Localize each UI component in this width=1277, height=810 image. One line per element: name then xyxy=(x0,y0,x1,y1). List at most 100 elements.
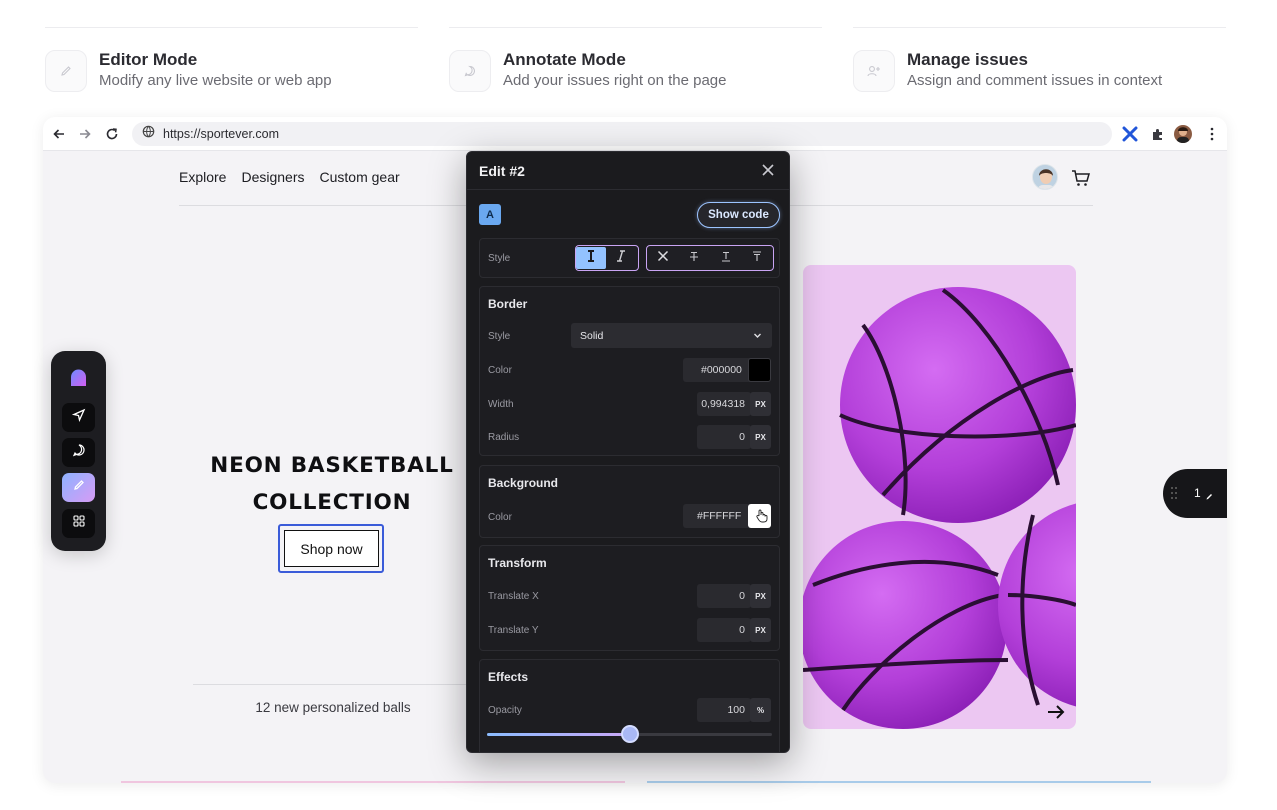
opacity-slider-fill xyxy=(487,733,630,736)
style-label: Style xyxy=(488,253,511,264)
hand-cursor-icon xyxy=(756,509,768,528)
translate-x-label: Translate X xyxy=(488,591,539,602)
site-info-icon[interactable] xyxy=(142,125,155,143)
next-arrow-icon[interactable] xyxy=(1045,703,1067,721)
decoration-none-toggle[interactable] xyxy=(649,247,677,269)
chevron-down-icon xyxy=(753,331,762,343)
select-tool-button[interactable] xyxy=(62,403,95,432)
italic-toggle[interactable] xyxy=(606,247,636,269)
border-style-label: Style xyxy=(488,331,511,342)
translate-x-unit[interactable]: PX xyxy=(750,584,771,608)
editor-toolbar xyxy=(51,351,106,551)
opacity-label: Opacity xyxy=(488,705,522,716)
overline-icon xyxy=(752,249,762,267)
chat-bubble-icon xyxy=(449,50,491,92)
drag-handle-icon[interactable] xyxy=(1170,485,1178,506)
section-title: Border xyxy=(488,297,528,311)
opacity-slider[interactable] xyxy=(487,725,772,743)
background-color-label: Color xyxy=(488,512,512,523)
issues-pill[interactable]: 1 xyxy=(1163,469,1227,518)
apps-tool-button[interactable] xyxy=(62,509,95,538)
strikethrough-icon xyxy=(689,249,699,267)
url-text: https://sportever.com xyxy=(163,127,280,141)
annotate-tool-button[interactable] xyxy=(62,438,95,467)
feature-manage-issues: Manage issues Assign and comment issues … xyxy=(853,50,1162,92)
border-width-unit[interactable]: PX xyxy=(750,392,771,416)
translate-y-label: Translate Y xyxy=(488,625,539,636)
basketball-photo xyxy=(803,265,1076,729)
overline-toggle[interactable] xyxy=(743,247,771,269)
background-color-swatch[interactable] xyxy=(748,504,771,528)
feature-annotate-mode: Annotate Mode Add your issues right on t… xyxy=(449,50,726,92)
edit-tool-button[interactable] xyxy=(62,473,95,502)
feature-title: Manage issues xyxy=(907,50,1028,69)
strikethrough-toggle[interactable] xyxy=(680,247,708,269)
opacity-slider-thumb[interactable] xyxy=(621,725,639,743)
feature-editor-mode: Editor Mode Modify any live website or w… xyxy=(45,50,332,92)
hero-title-line: COLLECTION xyxy=(252,490,412,515)
border-radius-input[interactable]: 0 xyxy=(697,425,751,449)
forward-arrow-icon[interactable] xyxy=(77,126,93,142)
show-code-button[interactable]: Show code xyxy=(697,202,780,228)
puzzle-icon[interactable] xyxy=(1148,125,1166,143)
element-type-badge: A xyxy=(479,204,501,225)
translate-y-input[interactable]: 0 xyxy=(697,618,751,642)
translate-x-input[interactable]: 0 xyxy=(697,584,751,608)
nav-link-custom-gear[interactable]: Custom gear xyxy=(320,169,400,185)
shop-now-button[interactable]: Shop now xyxy=(284,530,379,567)
user-avatar[interactable] xyxy=(1032,164,1058,190)
bold-toggle[interactable] xyxy=(576,247,606,269)
section-title: Background xyxy=(488,476,559,490)
border-radius-label: Radius xyxy=(488,432,520,443)
bold-icon xyxy=(586,249,596,267)
pencil-icon xyxy=(1205,488,1214,506)
feature-title: Annotate Mode xyxy=(503,50,626,69)
grid-icon xyxy=(72,514,86,533)
border-style-value: Solid xyxy=(580,329,604,342)
close-icon[interactable] xyxy=(760,162,776,178)
close-icon xyxy=(657,249,669,267)
border-color-swatch[interactable] xyxy=(748,358,771,382)
text-style-section: Style xyxy=(479,238,780,278)
chat-bubble-icon xyxy=(72,443,86,462)
border-width-input[interactable]: 0,994318 xyxy=(697,392,751,416)
reload-icon[interactable] xyxy=(104,126,120,142)
border-section: Border Style Solid Color #000000 Width 0… xyxy=(479,286,780,456)
hero-subtitle: 12 new personalized balls xyxy=(255,700,411,715)
cart-icon[interactable] xyxy=(1071,169,1091,187)
feature-divider xyxy=(45,27,418,28)
nav-link-explore[interactable]: Explore xyxy=(179,169,226,185)
feature-description: Modify any live website or web app xyxy=(99,72,332,89)
feature-title: Editor Mode xyxy=(99,50,198,69)
feature-description: Assign and comment issues in context xyxy=(907,72,1163,89)
progress-line-blue xyxy=(647,781,1151,783)
feature-divider xyxy=(449,27,822,28)
address-bar[interactable]: https://sportever.com xyxy=(132,122,1112,146)
opacity-input[interactable]: 100 xyxy=(697,698,751,722)
feature-divider xyxy=(853,27,1226,28)
cursor-icon xyxy=(71,408,86,427)
underline-toggle[interactable] xyxy=(712,247,740,269)
add-user-icon xyxy=(853,50,895,92)
underline-icon xyxy=(721,249,731,267)
section-title: Transform xyxy=(488,556,547,570)
translate-y-unit[interactable]: PX xyxy=(750,618,771,642)
extension-logo-icon[interactable] xyxy=(1121,125,1139,143)
opacity-unit[interactable]: % xyxy=(750,698,771,722)
nav-link-designers[interactable]: Designers xyxy=(241,169,304,185)
profile-avatar[interactable] xyxy=(1174,125,1192,143)
transform-section: Transform Translate X 0 PX Translate Y 0… xyxy=(479,545,780,651)
app-logo-icon[interactable] xyxy=(69,369,88,388)
hero-title-line: NEON BASKETBALL xyxy=(210,453,454,478)
italic-icon xyxy=(616,249,626,267)
site-navigation: Explore Designers Custom gear xyxy=(179,169,400,185)
border-style-select[interactable]: Solid xyxy=(571,323,772,348)
border-color-label: Color xyxy=(488,365,512,376)
more-vertical-icon[interactable] xyxy=(1203,125,1221,143)
pencil-icon xyxy=(45,50,87,92)
font-style-group xyxy=(575,245,639,271)
browser-toolbar: https://sportever.com xyxy=(43,117,1227,151)
progress-line-pink xyxy=(121,781,625,783)
back-arrow-icon[interactable] xyxy=(51,126,67,142)
border-radius-unit[interactable]: PX xyxy=(750,425,771,449)
